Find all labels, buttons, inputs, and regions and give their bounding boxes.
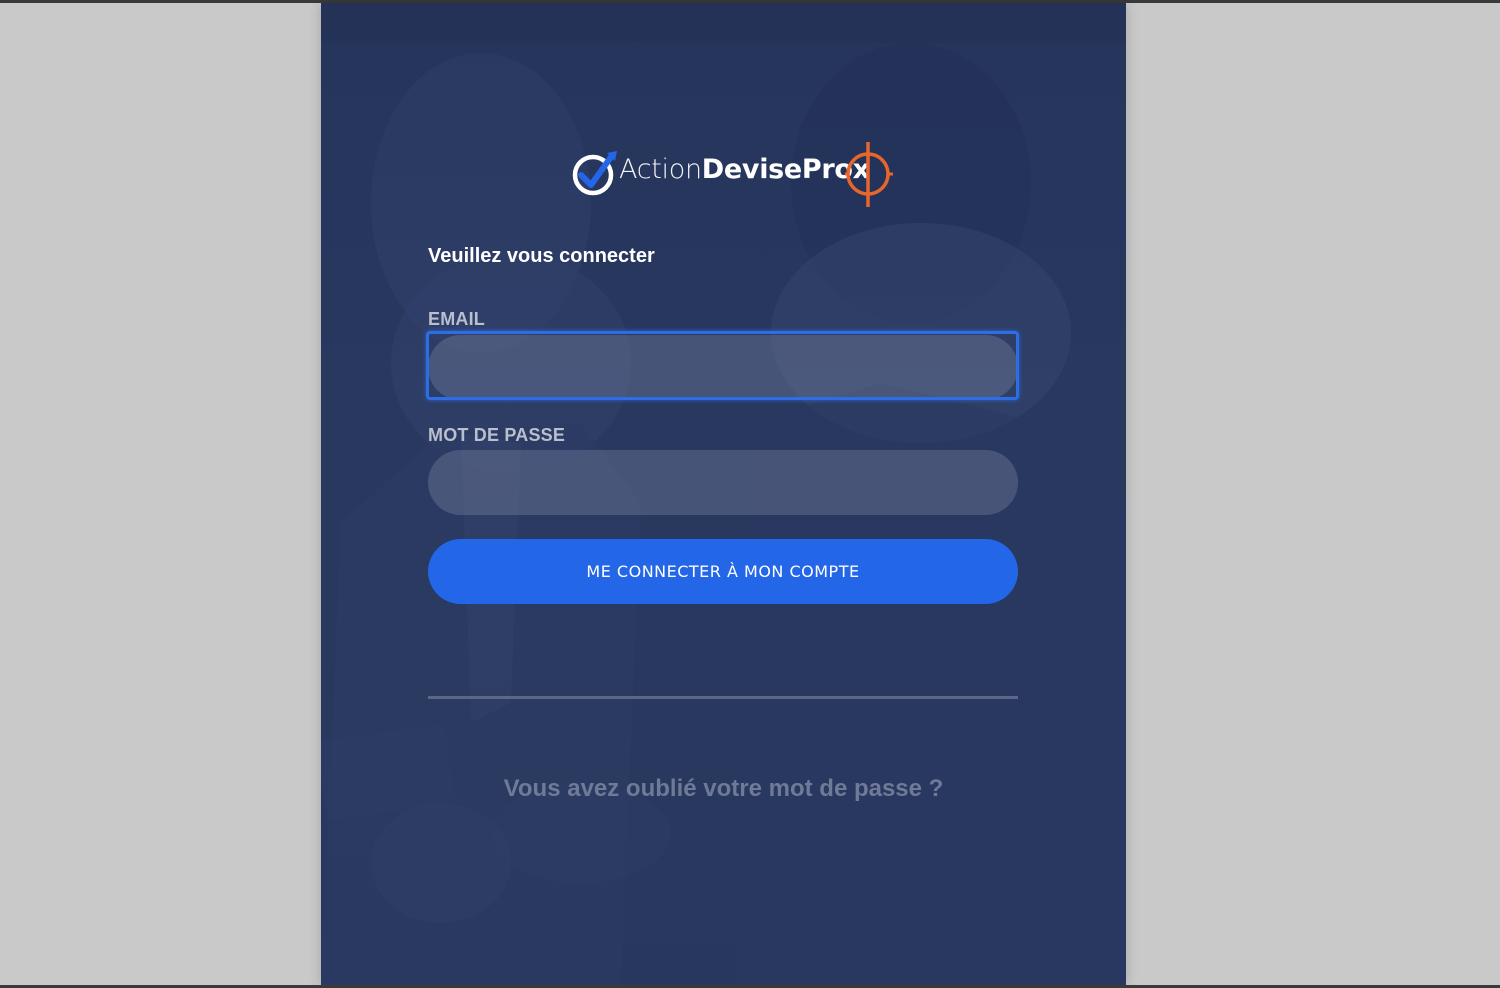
email-field[interactable]	[428, 335, 1018, 400]
brand-logo: ActionDeviseProx	[571, 139, 901, 209]
brand-wordmark: ActionDeviseProx	[619, 154, 870, 185]
logo-check-icon	[572, 151, 617, 196]
login-panel: ActionDeviseProx Veuillez vous connecter…	[321, 3, 1126, 985]
divider	[428, 696, 1018, 699]
password-label: MOT DE PASSE	[428, 425, 566, 445]
password-field[interactable]	[428, 450, 1018, 515]
login-submit-button[interactable]: ME CONNECTER À MON COMPTE	[428, 539, 1018, 604]
logo-target-icon	[845, 142, 893, 207]
forgot-password-link[interactable]: Vous avez oublié votre mot de passe ?	[321, 775, 1126, 803]
login-heading: Veuillez vous connecter	[428, 245, 655, 267]
brand-name-light: Action	[619, 154, 702, 185]
email-label: EMAIL	[428, 309, 485, 329]
